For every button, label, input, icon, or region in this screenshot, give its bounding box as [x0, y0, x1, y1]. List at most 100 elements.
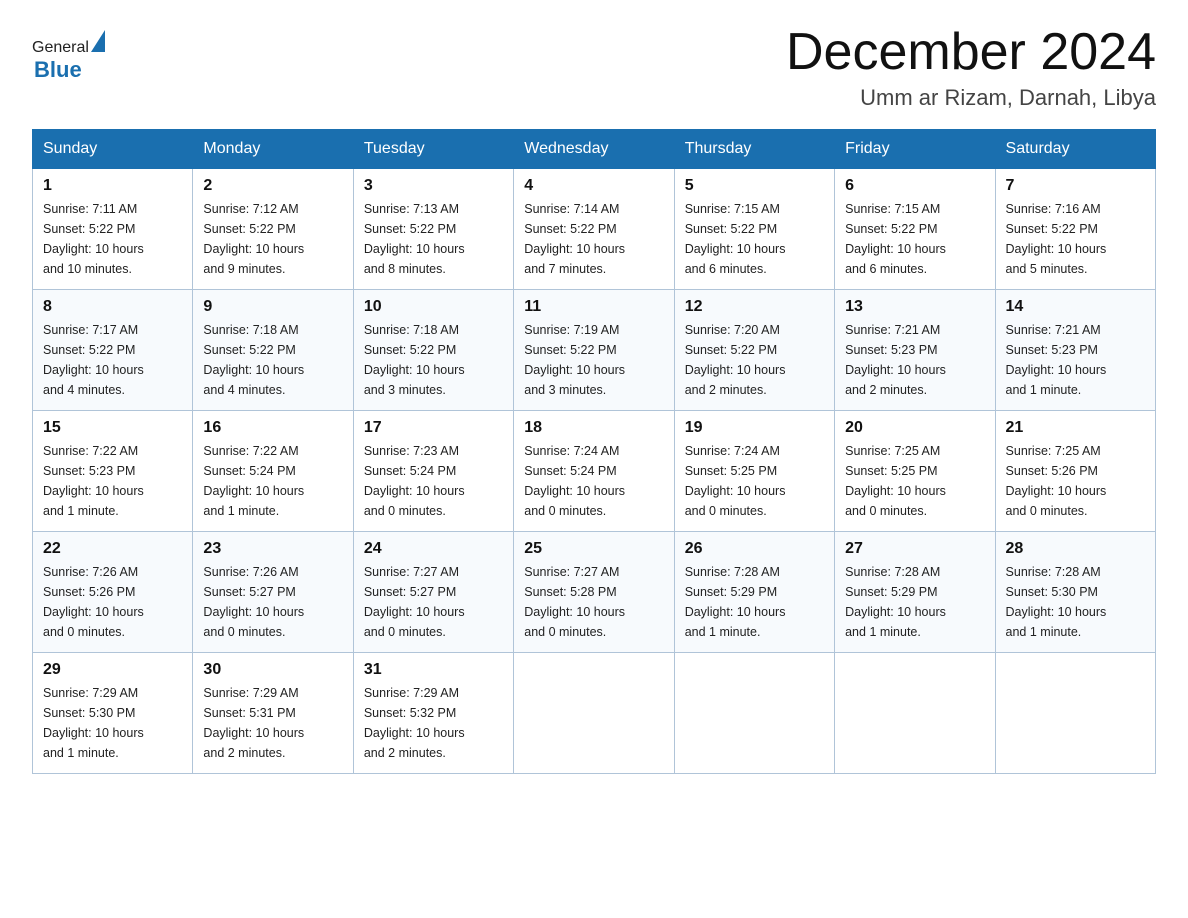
day-cell: 19 Sunrise: 7:24 AMSunset: 5:25 PMDayligh…	[674, 411, 834, 532]
week-row-5: 29Sunrise: 7:29 AMSunset: 5:30 PMDayligh…	[33, 653, 1156, 774]
day-number: 24	[364, 540, 503, 558]
weekday-header-row: SundayMondayTuesdayWednesdayThursdayFrid…	[33, 130, 1156, 169]
day-info: Sunrise: 7:28 AMSunset: 5:29 PMDaylight:…	[845, 562, 984, 642]
day-number: 9	[203, 298, 342, 316]
day-cell: 14 Sunrise: 7:21 AMSunset: 5:23 PMDayligh…	[995, 290, 1155, 411]
day-number: 30	[203, 661, 342, 679]
day-info: Sunrise: 7:19 AMSunset: 5:22 PMDaylight:…	[524, 320, 663, 400]
day-info: Sunrise: 7:26 AMSunset: 5:26 PMDaylight:…	[43, 562, 182, 642]
day-number: 25	[524, 540, 663, 558]
day-info: Sunrise: 7:22 AMSunset: 5:24 PMDaylight:…	[203, 441, 342, 521]
day-number: 13	[845, 298, 984, 316]
day-info: Sunrise: 7:28 AMSunset: 5:30 PMDaylight:…	[1006, 562, 1145, 642]
location-title: Umm ar Rizam, Darnah, Libya	[786, 85, 1156, 111]
title-area: December 2024 Umm ar Rizam, Darnah, Liby…	[786, 24, 1156, 111]
day-info: Sunrise: 7:24 AMSunset: 5:25 PMDaylight:…	[685, 441, 824, 521]
day-number: 29	[43, 661, 182, 679]
day-info: Sunrise: 7:15 AMSunset: 5:22 PMDaylight:…	[685, 199, 824, 279]
day-cell: 6 Sunrise: 7:15 AMSunset: 5:22 PMDaylight…	[835, 169, 995, 290]
day-info: Sunrise: 7:25 AMSunset: 5:25 PMDaylight:…	[845, 441, 984, 521]
day-cell: 24 Sunrise: 7:27 AMSunset: 5:27 PMDayligh…	[353, 532, 513, 653]
day-number: 15	[43, 419, 182, 437]
day-cell: 10 Sunrise: 7:18 AMSunset: 5:22 PMDayligh…	[353, 290, 513, 411]
day-number: 10	[364, 298, 503, 316]
day-number: 7	[1006, 177, 1145, 195]
week-row-2: 8 Sunrise: 7:17 AMSunset: 5:22 PMDaylight…	[33, 290, 1156, 411]
day-info: Sunrise: 7:16 AMSunset: 5:22 PMDaylight:…	[1006, 199, 1145, 279]
day-info: Sunrise: 7:15 AMSunset: 5:22 PMDaylight:…	[845, 199, 984, 279]
day-info: Sunrise: 7:18 AMSunset: 5:22 PMDaylight:…	[364, 320, 503, 400]
day-cell: 15 Sunrise: 7:22 AMSunset: 5:23 PMDayligh…	[33, 411, 193, 532]
day-info: Sunrise: 7:18 AMSunset: 5:22 PMDaylight:…	[203, 320, 342, 400]
weekday-header-tuesday: Tuesday	[353, 130, 513, 169]
logo: General Blue	[32, 30, 107, 83]
day-number: 8	[43, 298, 182, 316]
day-info: Sunrise: 7:21 AMSunset: 5:23 PMDaylight:…	[1006, 320, 1145, 400]
day-number: 21	[1006, 419, 1145, 437]
day-cell: 30 Sunrise: 7:29 AMSunset: 5:31 PMDayligh…	[193, 653, 353, 774]
day-number: 6	[845, 177, 984, 195]
day-cell: 27 Sunrise: 7:28 AMSunset: 5:29 PMDayligh…	[835, 532, 995, 653]
day-number: 12	[685, 298, 824, 316]
day-cell: 22 Sunrise: 7:26 AMSunset: 5:26 PMDayligh…	[33, 532, 193, 653]
day-cell	[674, 653, 834, 774]
day-number: 20	[845, 419, 984, 437]
day-info: Sunrise: 7:21 AMSunset: 5:23 PMDaylight:…	[845, 320, 984, 400]
day-cell	[514, 653, 674, 774]
weekday-header-thursday: Thursday	[674, 130, 834, 169]
day-info: Sunrise: 7:24 AMSunset: 5:24 PMDaylight:…	[524, 441, 663, 521]
month-title: December 2024	[786, 24, 1156, 81]
day-number: 4	[524, 177, 663, 195]
logo-general-text: General	[32, 39, 89, 57]
day-cell: 13 Sunrise: 7:21 AMSunset: 5:23 PMDayligh…	[835, 290, 995, 411]
day-info: Sunrise: 7:20 AMSunset: 5:22 PMDaylight:…	[685, 320, 824, 400]
day-cell: 3Sunrise: 7:13 AMSunset: 5:22 PMDaylight…	[353, 169, 513, 290]
day-info: Sunrise: 7:27 AMSunset: 5:27 PMDaylight:…	[364, 562, 503, 642]
day-cell: 29Sunrise: 7:29 AMSunset: 5:30 PMDayligh…	[33, 653, 193, 774]
day-number: 27	[845, 540, 984, 558]
day-cell: 1 Sunrise: 7:11 AMSunset: 5:22 PMDaylight…	[33, 169, 193, 290]
day-cell: 21 Sunrise: 7:25 AMSunset: 5:26 PMDayligh…	[995, 411, 1155, 532]
weekday-header-sunday: Sunday	[33, 130, 193, 169]
week-row-4: 22 Sunrise: 7:26 AMSunset: 5:26 PMDayligh…	[33, 532, 1156, 653]
weekday-header-wednesday: Wednesday	[514, 130, 674, 169]
weekday-header-monday: Monday	[193, 130, 353, 169]
day-cell: 8 Sunrise: 7:17 AMSunset: 5:22 PMDaylight…	[33, 290, 193, 411]
day-info: Sunrise: 7:17 AMSunset: 5:22 PMDaylight:…	[43, 320, 182, 400]
day-info: Sunrise: 7:29 AMSunset: 5:31 PMDaylight:…	[203, 683, 342, 763]
day-cell: 18 Sunrise: 7:24 AMSunset: 5:24 PMDayligh…	[514, 411, 674, 532]
day-number: 28	[1006, 540, 1145, 558]
day-number: 14	[1006, 298, 1145, 316]
day-number: 31	[364, 661, 503, 679]
day-cell	[835, 653, 995, 774]
logo-triangle-icon	[91, 30, 105, 52]
day-number: 26	[685, 540, 824, 558]
day-cell: 9 Sunrise: 7:18 AMSunset: 5:22 PMDaylight…	[193, 290, 353, 411]
day-info: Sunrise: 7:25 AMSunset: 5:26 PMDaylight:…	[1006, 441, 1145, 521]
day-info: Sunrise: 7:12 AMSunset: 5:22 PMDaylight:…	[203, 199, 342, 279]
day-info: Sunrise: 7:28 AMSunset: 5:29 PMDaylight:…	[685, 562, 824, 642]
day-number: 18	[524, 419, 663, 437]
week-row-1: 1 Sunrise: 7:11 AMSunset: 5:22 PMDaylight…	[33, 169, 1156, 290]
day-number: 22	[43, 540, 182, 558]
day-number: 16	[203, 419, 342, 437]
day-cell: 2Sunrise: 7:12 AMSunset: 5:22 PMDaylight…	[193, 169, 353, 290]
day-info: Sunrise: 7:29 AMSunset: 5:32 PMDaylight:…	[364, 683, 503, 763]
day-number: 19	[685, 419, 824, 437]
day-cell: 23Sunrise: 7:26 AMSunset: 5:27 PMDayligh…	[193, 532, 353, 653]
day-info: Sunrise: 7:11 AMSunset: 5:22 PMDaylight:…	[43, 199, 182, 279]
page-header: General Blue December 2024 Umm ar Rizam,…	[32, 24, 1156, 111]
day-number: 23	[203, 540, 342, 558]
day-info: Sunrise: 7:27 AMSunset: 5:28 PMDaylight:…	[524, 562, 663, 642]
day-info: Sunrise: 7:22 AMSunset: 5:23 PMDaylight:…	[43, 441, 182, 521]
day-cell: 11Sunrise: 7:19 AMSunset: 5:22 PMDayligh…	[514, 290, 674, 411]
day-cell	[995, 653, 1155, 774]
day-cell: 20 Sunrise: 7:25 AMSunset: 5:25 PMDayligh…	[835, 411, 995, 532]
day-number: 1	[43, 177, 182, 195]
day-cell: 28 Sunrise: 7:28 AMSunset: 5:30 PMDayligh…	[995, 532, 1155, 653]
day-cell: 12 Sunrise: 7:20 AMSunset: 5:22 PMDayligh…	[674, 290, 834, 411]
day-cell: 7 Sunrise: 7:16 AMSunset: 5:22 PMDaylight…	[995, 169, 1155, 290]
day-number: 5	[685, 177, 824, 195]
weekday-header-friday: Friday	[835, 130, 995, 169]
day-number: 3	[364, 177, 503, 195]
